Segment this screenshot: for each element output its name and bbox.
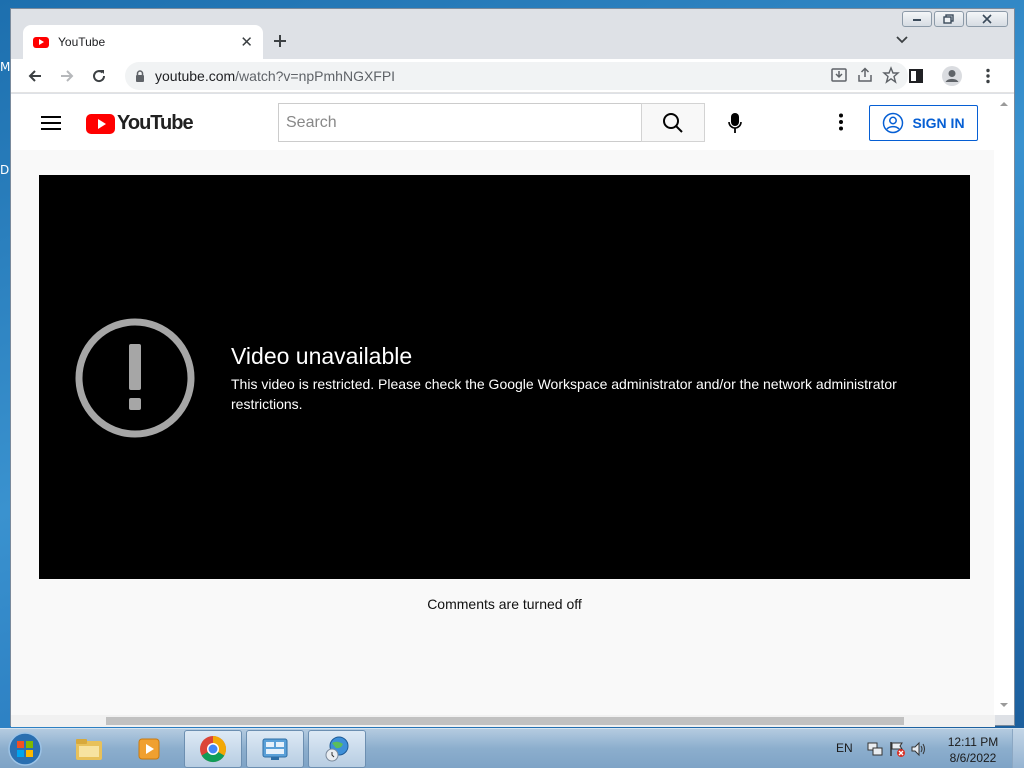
side-panel-icon xyxy=(909,69,923,83)
taskbar-clock[interactable]: 12:11 PM 8/6/2022 xyxy=(938,734,1008,766)
hamburger-icon xyxy=(41,116,61,130)
video-player[interactable]: Video unavailable This video is restrict… xyxy=(39,175,970,579)
speaker-icon xyxy=(911,741,925,757)
back-button[interactable] xyxy=(19,62,51,90)
side-panel-button[interactable] xyxy=(900,62,932,90)
chevron-down-icon xyxy=(896,36,908,44)
error-title: Video unavailable xyxy=(231,343,413,369)
sign-in-button[interactable]: SIGN IN xyxy=(869,105,978,141)
scroll-up-icon xyxy=(1000,102,1008,106)
search-button[interactable] xyxy=(641,103,705,142)
profile-avatar-icon xyxy=(942,66,962,86)
clock-date: 8/6/2022 xyxy=(949,751,997,765)
guide-menu-button[interactable] xyxy=(41,115,61,136)
clock-time: 12:11 PM xyxy=(947,735,999,749)
tab-close-icon[interactable]: ✕ xyxy=(240,33,253,51)
microphone-icon xyxy=(728,113,742,133)
control-panel-icon xyxy=(262,738,288,760)
star-icon xyxy=(882,66,900,84)
url-host: youtube.com xyxy=(155,68,236,84)
arrow-left-icon xyxy=(28,69,41,82)
profile-button[interactable] xyxy=(936,62,968,90)
youtube-logo[interactable]: YouTube xyxy=(86,112,194,135)
plus-icon xyxy=(274,35,286,47)
search-input[interactable]: Search xyxy=(278,103,642,142)
tab-strip: YouTube ✕ xyxy=(11,9,1014,59)
settings-menu-button[interactable] xyxy=(831,110,851,134)
taskbar: EN 12:11 PM 8/6/2022 xyxy=(0,728,1024,768)
search-placeholder: Search xyxy=(286,113,337,131)
voice-search-button[interactable] xyxy=(715,103,755,143)
omnibox-actions xyxy=(830,66,900,89)
flag-alert-icon xyxy=(890,742,905,757)
install-icon xyxy=(831,68,847,82)
bookmark-star-button[interactable] xyxy=(882,66,900,89)
globe-network-icon xyxy=(325,736,349,762)
new-tab-button[interactable] xyxy=(273,29,287,53)
tab-title: YouTube xyxy=(58,35,106,49)
url-path: /watch?v=npPmhNGXFPI xyxy=(235,68,396,84)
forward-button[interactable] xyxy=(51,62,83,90)
taskbar-explorer[interactable] xyxy=(60,730,118,768)
comments-status: Comments are turned off xyxy=(427,596,582,612)
toolbar-right xyxy=(900,62,1004,90)
search-icon xyxy=(663,112,683,133)
show-desktop-button[interactable] xyxy=(1012,729,1024,768)
share-button[interactable] xyxy=(856,66,874,89)
taskbar-network[interactable] xyxy=(308,730,366,768)
language-indicator[interactable]: EN xyxy=(836,741,853,755)
reload-icon xyxy=(93,69,106,82)
horizontal-scrollbar[interactable] xyxy=(11,715,995,727)
windows-start-icon xyxy=(8,732,42,766)
browser-toolbar: youtube.com/watch?v=npPmhNGXFPI xyxy=(11,59,1014,93)
kebab-menu-icon xyxy=(839,113,843,131)
tab-youtube[interactable]: YouTube ✕ xyxy=(23,25,263,59)
start-button[interactable] xyxy=(5,730,45,768)
sign-in-label: SIGN IN xyxy=(912,115,965,131)
youtube-logo-text: YouTube xyxy=(117,112,194,134)
browser-window: YouTube ✕ youtube.com/watch?v=npPmhNGXFP… xyxy=(10,8,1015,727)
taskbar-chrome[interactable] xyxy=(184,730,242,768)
exclamation-circle-icon xyxy=(75,318,195,438)
share-icon xyxy=(858,67,872,82)
media-player-icon xyxy=(138,738,160,760)
horizontal-scroll-thumb[interactable] xyxy=(106,717,904,725)
youtube-favicon-icon xyxy=(33,36,49,48)
scroll-down-icon xyxy=(1000,703,1008,707)
network-icon xyxy=(867,742,883,756)
youtube-page: YouTube Search SIGN IN Video unavailable… xyxy=(11,94,995,715)
tray-action-center-button[interactable] xyxy=(888,740,906,763)
system-tray xyxy=(866,740,928,763)
youtube-play-logo-icon xyxy=(86,113,115,134)
browser-menu-button[interactable] xyxy=(972,62,1004,90)
youtube-header: YouTube Search SIGN IN xyxy=(11,94,995,150)
folder-icon xyxy=(76,739,102,760)
account-circle-icon xyxy=(883,112,904,134)
taskbar-media-player[interactable] xyxy=(120,730,178,768)
desktop-edge-label-2: D xyxy=(0,163,10,177)
address-bar[interactable]: youtube.com/watch?v=npPmhNGXFPI xyxy=(125,62,908,90)
taskbar-control-panel[interactable] xyxy=(246,730,304,768)
tray-volume-button[interactable] xyxy=(910,740,928,763)
desktop-edge-label-1: M xyxy=(0,60,11,74)
url-text: youtube.com/watch?v=npPmhNGXFPI xyxy=(155,68,395,84)
arrow-right-icon xyxy=(61,69,74,82)
reload-button[interactable] xyxy=(83,62,115,90)
lock-icon xyxy=(136,70,144,82)
tray-network-button[interactable] xyxy=(866,740,884,763)
kebab-menu-icon xyxy=(986,68,990,84)
error-message: This video is restricted. Please check t… xyxy=(231,376,897,412)
chrome-icon xyxy=(200,736,227,763)
install-app-button[interactable] xyxy=(830,66,848,89)
tab-search-button[interactable] xyxy=(896,31,908,49)
vertical-scrollbar[interactable] xyxy=(994,94,1014,715)
